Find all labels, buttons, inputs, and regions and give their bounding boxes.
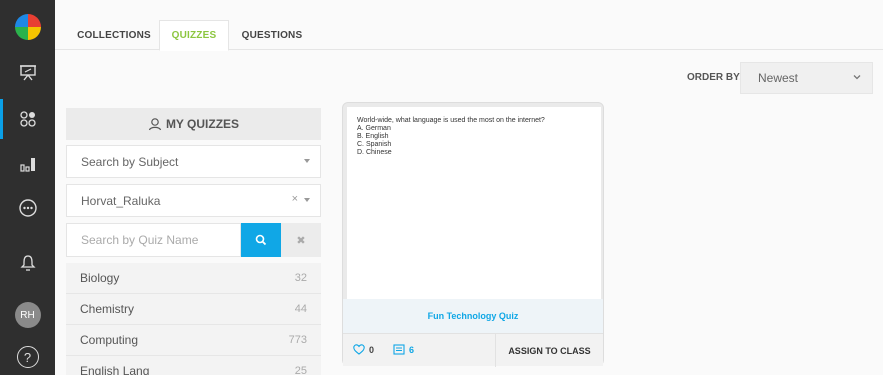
subject-list-item[interactable]: English Lang 25	[66, 356, 321, 375]
search-button[interactable]	[241, 223, 281, 257]
sidebar-item-more[interactable]	[0, 188, 55, 228]
order-by-select[interactable]: Newest	[740, 62, 873, 94]
owner-select[interactable]: Horvat_Raluka ×	[66, 184, 321, 217]
order-by-value: Newest	[758, 71, 799, 85]
sidebar-item-reports[interactable]	[0, 144, 55, 184]
subject-list-item[interactable]: Biology 32	[66, 263, 321, 294]
sidebar-item-presentations[interactable]	[0, 52, 55, 92]
presentation-icon	[19, 65, 36, 81]
likes-count: 0	[369, 344, 375, 355]
bell-icon	[19, 255, 36, 271]
caret-down-icon	[304, 159, 310, 163]
subject-list: Biology 32 Chemistry 44 Computing 773 En…	[66, 263, 321, 375]
user-icon	[148, 118, 162, 131]
more-icon	[18, 199, 37, 217]
owner-select-value: Horvat_Raluka	[81, 193, 161, 208]
subject-count: 44	[294, 303, 307, 315]
subject-count: 32	[294, 272, 307, 284]
quiz-name-placeholder: Search by Quiz Name	[81, 233, 199, 247]
quiz-question-text: World-wide, what language is used the mo…	[357, 117, 545, 124]
quiz-option: D. Chinese	[357, 149, 392, 156]
subject-name: Computing	[80, 333, 139, 347]
caret-down-icon	[304, 198, 310, 202]
likes-button[interactable]: 0	[353, 344, 374, 355]
chevron-down-icon	[853, 75, 861, 80]
quiz-name-search-input[interactable]: Search by Quiz Name	[66, 223, 241, 257]
sidebar-item-notifications[interactable]	[0, 243, 55, 283]
quiz-option: C. Spanish	[357, 141, 392, 148]
questions-count[interactable]: 6	[393, 344, 414, 355]
subject-name: English Lang	[80, 364, 150, 375]
quiz-option: B. English	[357, 133, 389, 140]
search-icon	[255, 234, 267, 246]
tab-collections[interactable]: COLLECTIONS	[69, 20, 159, 51]
quiz-card-footer: 0 6 ASSIGN TO CLASS	[343, 333, 603, 367]
heart-icon	[353, 344, 365, 355]
my-quizzes-label: MY QUIZZES	[165, 117, 240, 131]
top-tab-bar: COLLECTIONS QUIZZES QUESTIONS	[55, 0, 883, 51]
subject-list-item[interactable]: Chemistry 44	[66, 294, 321, 325]
sidebar-item-profile[interactable]: RH	[0, 295, 55, 335]
my-quizzes-button[interactable]: MY QUIZZES	[66, 108, 321, 140]
sidebar-item-help[interactable]: ?	[0, 337, 55, 375]
order-by-label: ORDER BY:	[687, 72, 743, 83]
bar-chart-icon	[19, 158, 35, 172]
sidebar: RH ?	[0, 0, 55, 375]
sidebar-item-quizzes[interactable]	[0, 99, 55, 139]
clear-icon[interactable]: ×	[292, 193, 298, 205]
tab-questions[interactable]: QUESTIONS	[229, 20, 315, 51]
close-icon: ✖	[296, 234, 306, 247]
subject-list-item[interactable]: Computing 773	[66, 325, 321, 356]
subject-name: Chemistry	[80, 302, 135, 316]
reset-search-button[interactable]: ✖	[281, 223, 321, 257]
tab-quizzes[interactable]: QUIZZES	[159, 20, 229, 51]
subject-count: 773	[288, 334, 307, 346]
app-logo-icon[interactable]	[15, 14, 41, 40]
assign-to-class-button[interactable]: ASSIGN TO CLASS	[495, 334, 603, 367]
quiz-card[interactable]: World-wide, what language is used the mo…	[342, 102, 604, 367]
subject-select-placeholder: Search by Subject	[81, 154, 179, 169]
questions-count-value: 6	[409, 344, 415, 355]
quiz-card-title-area[interactable]: Fun Technology Quiz	[343, 299, 603, 333]
help-icon: ?	[16, 346, 39, 368]
subject-name: Biology	[80, 271, 120, 285]
subject-select[interactable]: Search by Subject	[66, 145, 321, 178]
quiz-title[interactable]: Fun Technology Quiz	[428, 311, 519, 321]
quiz-option: A. German	[357, 125, 391, 132]
subject-count: 25	[294, 365, 307, 375]
quiz-card-preview: World-wide, what language is used the mo…	[347, 107, 601, 299]
questions-icon	[393, 344, 405, 355]
quizzes-grid-icon	[19, 111, 36, 127]
avatar: RH	[14, 302, 41, 328]
